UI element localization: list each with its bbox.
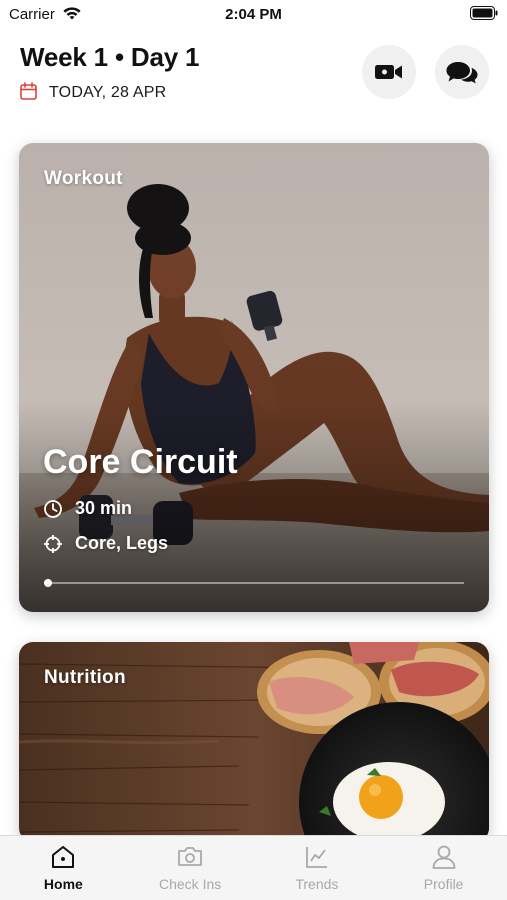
clock-icon xyxy=(44,499,62,518)
workout-progress-bar xyxy=(44,579,464,587)
chat-button[interactable] xyxy=(435,45,489,99)
tab-home[interactable]: Home xyxy=(0,836,127,900)
status-bar: Carrier 2:04 PM xyxy=(0,0,507,30)
person-icon xyxy=(432,845,456,869)
duration-row: 30 min xyxy=(43,498,132,519)
tab-trends[interactable]: Trends xyxy=(254,836,381,900)
tab-home-label: Home xyxy=(43,876,83,892)
status-time: 2:04 PM xyxy=(225,6,282,23)
page-title: Week 1 • Day 1 xyxy=(20,42,200,72)
tab-profile-label: Profile xyxy=(423,876,464,892)
video-call-button[interactable] xyxy=(362,45,416,99)
target-row: Core, Legs xyxy=(43,533,168,554)
workout-card[interactable]: Workout Core Circuit 30 min Core, Legs xyxy=(19,143,489,612)
current-date: TODAY, 28 APR xyxy=(49,84,167,101)
tab-profile[interactable]: Profile xyxy=(380,836,507,900)
nutrition-card[interactable]: Nutrition xyxy=(19,642,489,842)
workout-target-areas: Core, Legs xyxy=(75,533,169,553)
battery-icon xyxy=(470,6,498,25)
tab-check-ins-label: Check Ins xyxy=(159,876,222,892)
workout-duration: 30 min xyxy=(75,498,133,518)
video-camera-icon xyxy=(375,65,402,79)
workout-card-label: Workout xyxy=(44,168,123,189)
chat-bubbles-icon xyxy=(446,62,478,84)
tab-trends-label: Trends xyxy=(295,876,339,892)
camera-icon xyxy=(178,847,203,866)
home-icon xyxy=(52,846,75,868)
workout-title: Core Circuit xyxy=(43,443,238,481)
nutrition-card-label: Nutrition xyxy=(44,667,126,688)
trend-chart-icon xyxy=(305,847,327,868)
date-row: TODAY, 28 APR xyxy=(20,81,167,105)
tab-check-ins[interactable]: Check Ins xyxy=(127,836,254,900)
tab-bar: Home Check Ins Trends Profile xyxy=(0,835,507,900)
crosshair-icon xyxy=(44,534,62,553)
calendar-icon xyxy=(20,81,37,105)
